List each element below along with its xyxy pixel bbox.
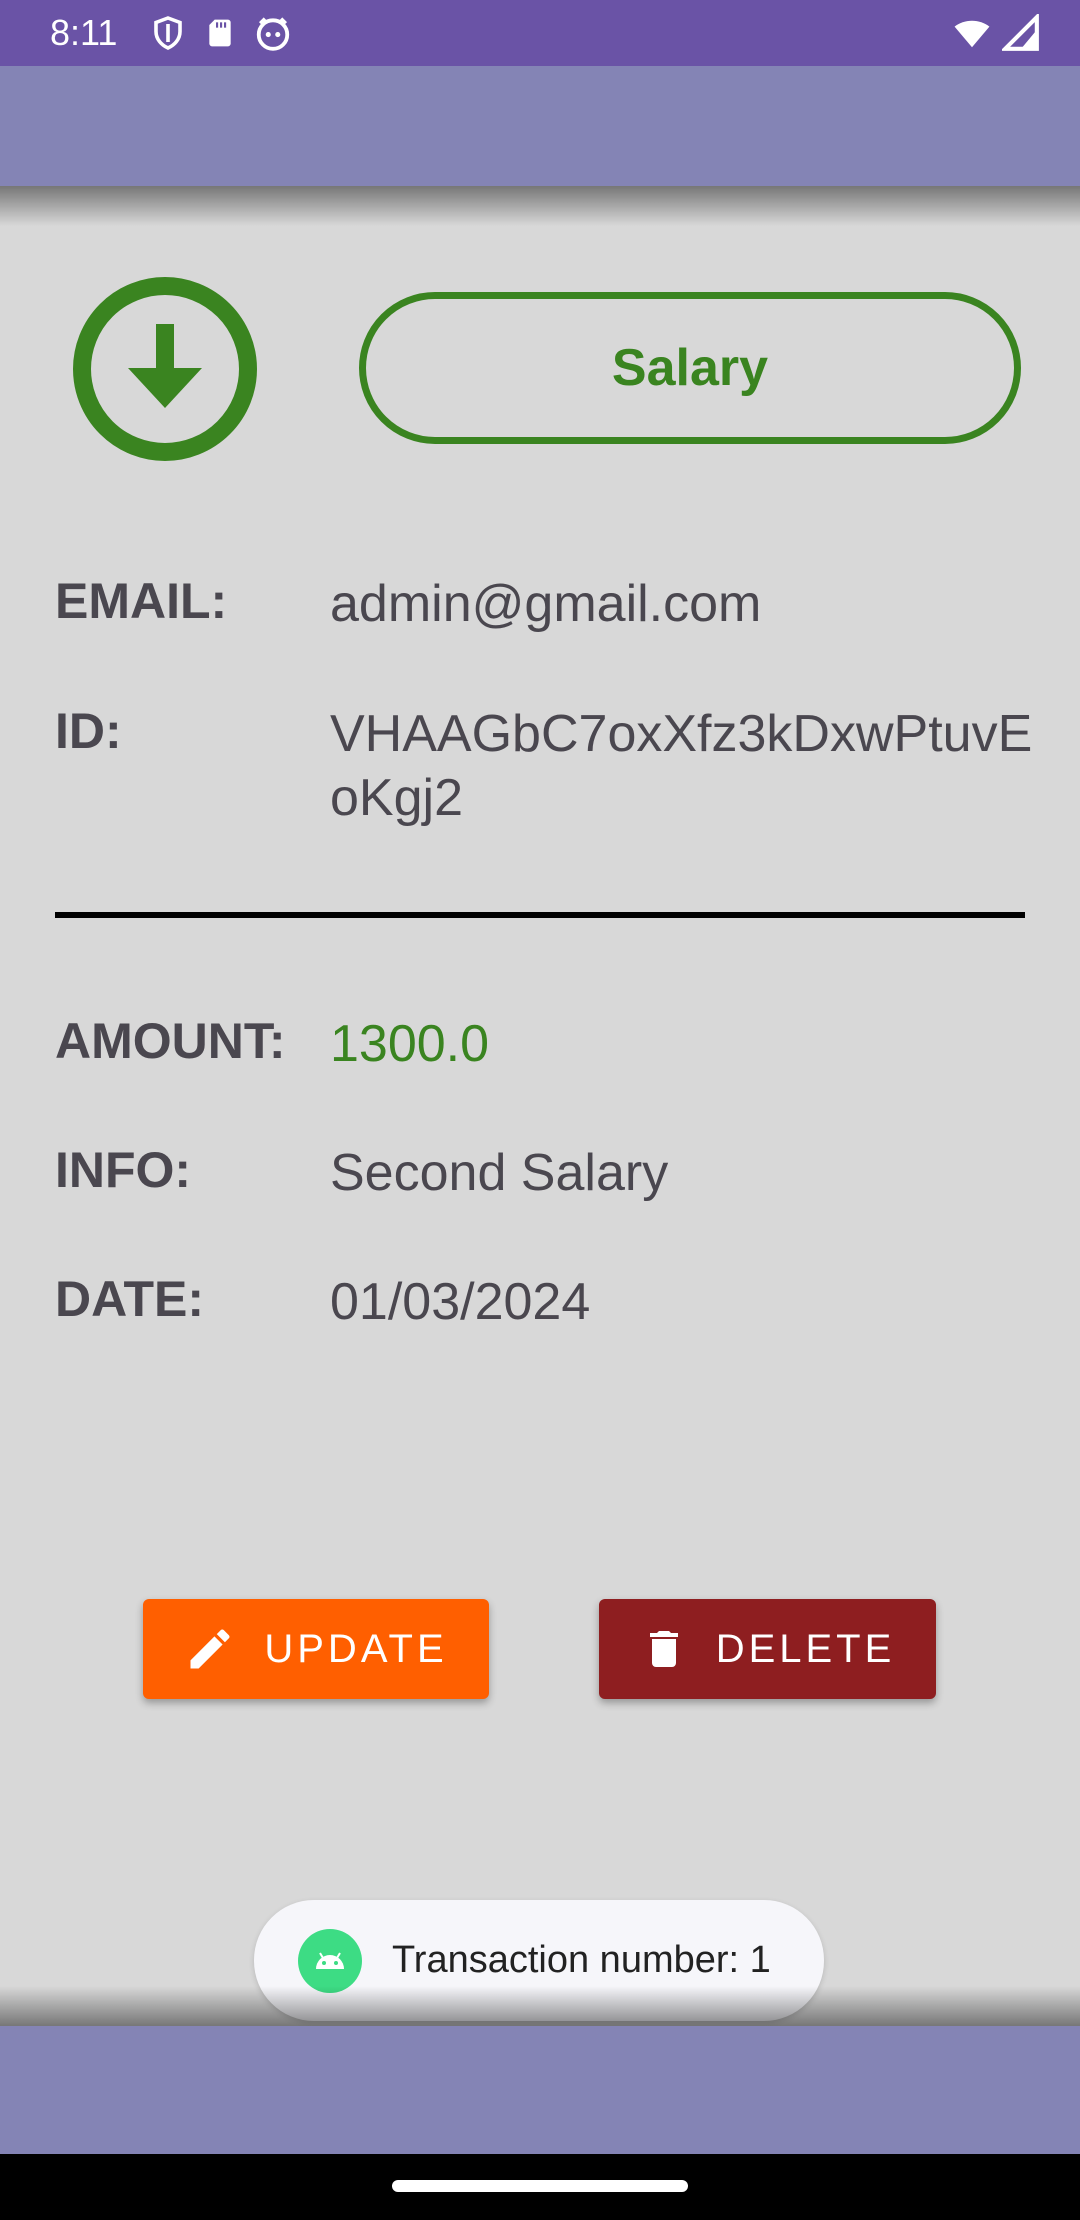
signal-icon xyxy=(1002,14,1039,51)
info-value: Second Salary xyxy=(330,1144,669,1202)
wifi-icon xyxy=(954,20,990,48)
email-value: admin@gmail.com xyxy=(330,575,762,633)
status-time: 8:11 xyxy=(50,12,118,53)
home-gesture-handle[interactable] xyxy=(392,2180,688,2192)
cat-face-icon xyxy=(256,17,290,51)
email-label: EMAIL: xyxy=(55,573,228,629)
date-label: DATE: xyxy=(55,1271,205,1327)
bottom-app-bar xyxy=(0,2026,1080,2154)
top-app-bar xyxy=(0,66,1080,186)
amount-value: 1300.0 xyxy=(330,1015,490,1073)
update-label: UPDATE xyxy=(264,1626,448,1671)
top-bar-shadow xyxy=(0,186,1080,226)
update-button[interactable]: UPDATE xyxy=(143,1599,489,1699)
shield-icon xyxy=(154,16,182,50)
status-icons-right xyxy=(952,14,1040,52)
status-icons-left xyxy=(150,14,292,52)
status-bar: 8:11 xyxy=(0,0,1080,66)
amount-label: AMOUNT: xyxy=(55,1013,286,1069)
category-label: Salary xyxy=(611,339,769,397)
divider xyxy=(55,912,1025,918)
sd-card-icon xyxy=(209,19,231,47)
download-arrow-icon xyxy=(73,277,257,461)
delete-label: DELETE xyxy=(715,1626,896,1671)
bottom-bar-shadow xyxy=(0,1986,1080,2026)
toast-message: Transaction number: 1 xyxy=(392,1939,771,1981)
android-icon xyxy=(298,1928,362,1993)
category-pill: Salary xyxy=(359,292,1021,444)
id-value: VHAAGbC7oxXfz3kDxwPtuvEoKgj2 xyxy=(330,705,1033,827)
pencil-icon xyxy=(190,1629,230,1669)
id-label: ID: xyxy=(55,703,122,759)
info-label: INFO: xyxy=(55,1142,192,1198)
delete-button[interactable]: DELETE xyxy=(599,1599,936,1699)
income-type-badge xyxy=(72,276,258,462)
trash-icon xyxy=(649,1631,678,1667)
date-value: 01/03/2024 xyxy=(330,1273,591,1331)
